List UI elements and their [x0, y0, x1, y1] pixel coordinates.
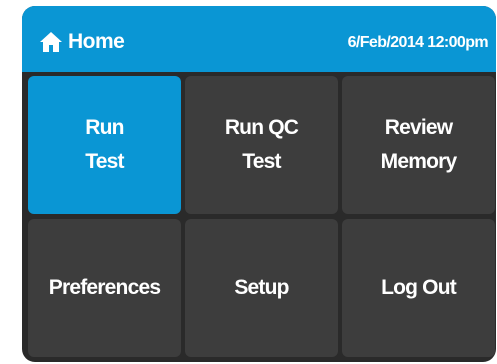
setup-label: Setup [234, 276, 289, 299]
setup-button[interactable]: Setup [185, 219, 338, 357]
review-memory-label: Review Memory [380, 116, 458, 173]
log-out-button[interactable]: Log Out [342, 219, 495, 357]
main-menu-grid: Run Test Run QC Test Review Memory Prefe… [28, 76, 495, 359]
log-out-label: Log Out [381, 276, 457, 299]
device-screen: Home 6/Feb/2014 12:00pm Run Test Run QC … [22, 6, 496, 362]
page-title: Home [68, 30, 125, 53]
run-qc-test-button[interactable]: Run QC Test [185, 76, 338, 214]
home-icon [40, 31, 62, 53]
run-test-button[interactable]: Run Test [28, 76, 181, 214]
datetime-display: 6/Feb/2014 12:00pm [347, 34, 489, 51]
home-link[interactable]: Home [40, 29, 125, 55]
preferences-button[interactable]: Preferences [28, 219, 181, 357]
run-qc-test-label: Run QC Test [224, 116, 299, 173]
review-memory-button[interactable]: Review Memory [342, 76, 495, 214]
run-test-label: Run Test [85, 116, 124, 173]
header-bar: Home 6/Feb/2014 12:00pm [22, 6, 496, 72]
preferences-label: Preferences [48, 276, 161, 299]
